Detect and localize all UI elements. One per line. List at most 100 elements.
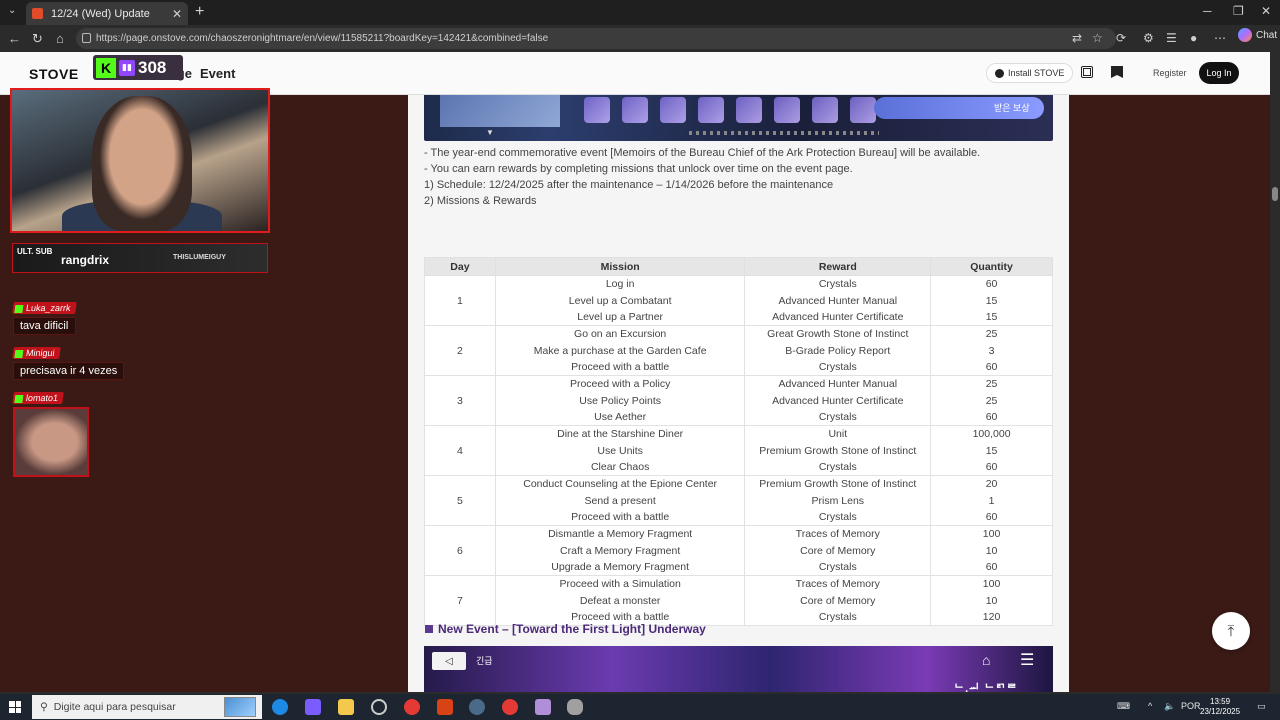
stove-logo[interactable]: STOVE [29, 66, 79, 82]
mission-cell: Dine at the Starshine Diner [494, 425, 746, 443]
taskbar-clock[interactable]: 13:59 23/12/2025 [1200, 697, 1240, 717]
reward-cell: Crystals [744, 609, 932, 627]
notifications-icon[interactable]: ▭ [1257, 701, 1266, 712]
shield-app-icon[interactable] [567, 699, 583, 715]
chat-message: lomato1 [12, 388, 89, 477]
steam-icon[interactable] [469, 699, 485, 715]
missions-rewards-table: Day Mission Reward Quantity 1 Log in Cryst… [424, 257, 1053, 627]
input-language[interactable]: POR [1181, 701, 1201, 711]
home-icon[interactable]: ⌂ [56, 31, 64, 46]
kick-icon [14, 304, 24, 313]
search-icon: ⚲ [40, 701, 48, 713]
address-bar-row: ← ↻ ⌂ https://page.onstove.com/chaoszero… [0, 25, 1280, 52]
scrollbar-thumb[interactable] [1272, 187, 1278, 201]
collections-icon[interactable]: ☰ [1166, 31, 1177, 45]
copilot-taskbar-icon[interactable] [305, 699, 321, 715]
mission-cell: Upgrade a Memory Fragment [494, 559, 746, 577]
section-heading: New Event – [Toward the First Light] Und… [425, 622, 706, 636]
table-header-row: Day Mission Reward Quantity [424, 257, 1053, 276]
maximize-icon[interactable]: ❐ [1233, 4, 1244, 18]
more-options-icon[interactable]: ⋯ [1214, 31, 1226, 45]
s-app-icon[interactable] [502, 699, 518, 715]
taskbar-search-input[interactable]: ⚲ Digite aqui para pesquisar [32, 695, 262, 719]
nav-event[interactable]: Event [200, 66, 235, 81]
description-line: - The year-end commemorative event [Memo… [424, 147, 981, 159]
media-app-icon[interactable] [404, 699, 420, 715]
favorite-star-icon[interactable]: ☆ [1092, 31, 1103, 45]
windows-taskbar: ⚲ Digite aqui para pesquisar ⌨ ^ 🔈 POR 1… [0, 694, 1280, 720]
install-label: Install STOVE [1008, 68, 1065, 78]
event-banner-image: 받은 보상 ▼ [424, 95, 1053, 141]
header-quantity: Quantity [930, 257, 1053, 276]
mission-cell: Level up a Partner [494, 308, 746, 327]
reload-icon[interactable]: ↻ [32, 31, 43, 47]
translate-icon[interactable]: ⇄ [1072, 31, 1082, 45]
mission-cell: Defeat a monster [494, 592, 746, 610]
reward-cell: Traces of Memory [744, 525, 932, 543]
menu-icon: ☰ [1020, 652, 1035, 669]
square-bullet-icon [425, 625, 433, 633]
extensions-icon[interactable]: ⟳ [1116, 31, 1126, 45]
quantity-cell: 100 [930, 525, 1053, 543]
stove-favicon-icon [32, 8, 43, 19]
new-tab-icon[interactable]: + [195, 3, 204, 21]
game-app-icon[interactable] [535, 699, 551, 715]
install-stove-button[interactable]: Install STOVE [986, 63, 1074, 83]
windows-start-icon[interactable] [9, 701, 21, 713]
bookmark-icon[interactable] [1111, 66, 1123, 78]
login-button[interactable]: Log In [1199, 62, 1239, 84]
close-tab-icon[interactable]: ✕ [172, 7, 182, 21]
tray-chevron-icon[interactable]: ^ [1148, 701, 1152, 711]
chat-message: Luka_zarrk tava dificil [12, 298, 77, 335]
reward-item-icon [850, 97, 876, 123]
app-grid-icon[interactable] [437, 699, 453, 715]
new-event-banner-image: ◁ 긴급 ⌂ ☰ ᄂ.ᆈ ᄂᄅᄀᄅ [424, 646, 1053, 692]
reward-cell: Crystals [744, 459, 932, 477]
quantity-cell: 25 [930, 392, 1053, 409]
back-icon[interactable]: ← [8, 31, 21, 46]
chat-text: precisava ir 4 vezes [13, 362, 125, 380]
page-scrollbar[interactable] [1270, 52, 1280, 692]
mission-cell: Conduct Counseling at the Epione Center [494, 475, 746, 493]
reward-cell: Crystals [744, 559, 932, 577]
table-body: 1 Log in Crystals 60 Level up a Combatant Adv… [424, 275, 1053, 627]
chat-username-text: lomato1 [25, 393, 59, 403]
copilot-chat-button[interactable]: Chat [1238, 28, 1277, 42]
site-info-icon[interactable] [82, 33, 91, 43]
minimize-icon[interactable]: ─ [1203, 4, 1212, 18]
subscriber-name: rangdrix [61, 253, 110, 267]
puzzle-icon[interactable]: ⚙ [1143, 31, 1154, 45]
url-field[interactable]: https://page.onstove.com/chaoszeronightm… [76, 28, 1116, 49]
reward-item-icon [584, 97, 610, 123]
tab-list-chevron-icon[interactable]: ⌄ [8, 5, 16, 16]
viewer-count: 308 [138, 57, 167, 77]
banner-label: 긴급 [476, 656, 493, 666]
subscriber-alert: ULT. SUB rangdrix THISLUMEIGUY [12, 243, 268, 273]
keyboard-icon[interactable]: ⌨ [1117, 701, 1130, 712]
banner-claim-label: 받은 보상 [994, 103, 1030, 113]
reward-cell: Premium Growth Stone of Instinct [744, 442, 932, 460]
close-window-icon[interactable]: ✕ [1261, 4, 1271, 18]
browser-tab[interactable]: 12/24 (Wed) Update ✕ [26, 2, 188, 25]
day-cell: 5 [424, 475, 496, 527]
clock-app-icon[interactable] [371, 699, 387, 715]
apps-grid-icon[interactable] [1081, 66, 1093, 78]
quantity-cell: 15 [930, 308, 1053, 327]
tab-title: 12/24 (Wed) Update [51, 7, 150, 20]
file-explorer-icon[interactable] [338, 699, 354, 715]
reward-cell: Traces of Memory [744, 575, 932, 593]
register-link[interactable]: Register [1153, 68, 1187, 78]
table-row: Proceed with a battle Crystals 60 [425, 509, 1053, 527]
mission-cell: Use Policy Points [494, 392, 746, 409]
clock-date: 23/12/2025 [1200, 707, 1241, 716]
profile-avatar-icon[interactable]: ● [1190, 31, 1197, 45]
scroll-to-top-button[interactable]: ⤒ [1212, 612, 1250, 650]
twitch-logo-icon: ▮▮ [119, 59, 135, 76]
clock-time: 13:59 [1210, 697, 1231, 706]
table-row: 2 Go on an Excursion Great Growth Stone of… [424, 325, 1053, 377]
reward-item-icon [698, 97, 724, 123]
edge-icon[interactable] [272, 699, 288, 715]
reward-item-icon [736, 97, 762, 123]
volume-icon[interactable]: 🔈 [1164, 701, 1175, 712]
play-triangle-icon: ▼ [486, 128, 494, 137]
